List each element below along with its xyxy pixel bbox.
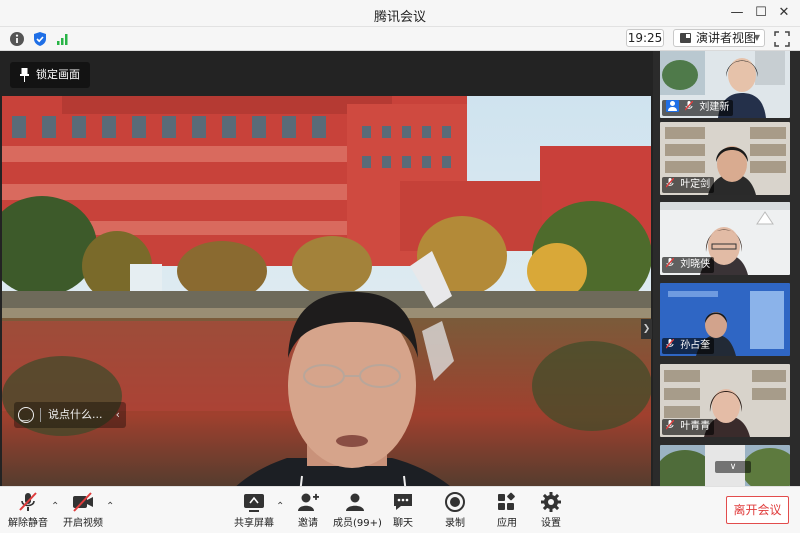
chat-icon [394,494,412,510]
record-button[interactable]: 录制 [440,491,470,529]
meeting-toolbar: 解除静音 ⌃ 开启视频 ⌃ 共享屏幕 ⌃ 邀请 成员(99+) 聊天 录制 应用… [0,486,800,533]
share-screen-label: 共享屏幕 [234,518,274,529]
title-bar: 腾讯会议 — ☐ ✕ [0,0,800,27]
settings-label: 设置 [541,518,561,529]
quick-chat-input[interactable]: 说点什么... ‹ [14,402,126,430]
view-label: 演讲者视图 [696,31,757,45]
pin-icon [20,68,29,82]
participant-name: 叶定剑 [680,179,711,190]
participant-name-tag: 刘建新 [662,100,734,116]
members-button[interactable]: 成员(99+) [333,491,382,529]
participant-tile[interactable]: 刘建新 [660,51,790,118]
mic-muted-icon [19,492,37,511]
leave-meeting-button[interactable]: 离开会议 [726,496,789,524]
members-icon [346,493,364,511]
invite-label: 邀请 [298,518,318,529]
participant-tile[interactable]: 叶定剑 [660,122,790,195]
participant-name: 孙占奎 [680,340,711,351]
share-screen-icon [244,494,264,512]
chevron-up-icon[interactable]: ⌃ [106,501,114,512]
minimize-icon[interactable]: — [728,4,746,22]
main-video-stage: 锁定画面 说点什么... ‹ ❯ [0,51,653,486]
window-title: 腾讯会议 [373,10,426,25]
mic-muted-icon [685,101,694,111]
signal-icon[interactable] [55,31,71,47]
start-video-button[interactable]: 开启视频 [63,491,103,529]
mic-muted-icon [666,339,674,349]
mic-muted-icon [666,178,674,188]
shield-icon[interactable] [32,31,48,47]
invite-button[interactable]: 邀请 [292,491,324,529]
participant-name: 刘建新 [699,102,730,113]
record-icon [445,492,465,512]
members-label: 成员(99+) [333,518,382,529]
apps-icon [498,492,515,510]
mic-muted-icon [666,258,674,268]
start-video-label: 开启视频 [63,518,103,529]
collapse-sidebar-button[interactable]: ❯ [641,319,652,339]
meeting-time: 19:25 [626,29,664,47]
chat-button[interactable]: 聊天 [388,491,418,529]
apps-label: 应用 [497,518,517,529]
chat-label: 聊天 [393,518,413,529]
settings-button[interactable]: 设置 [536,491,566,529]
scroll-down-button[interactable]: ∨ [715,461,751,473]
meeting-info-bar: 19:25 演讲者视图 ▼ [0,27,800,51]
participant-sidebar: 刘建新 叶定剑 刘晓侠 孙占奎 叶青青 ∨ [653,51,800,486]
lock-view-button[interactable]: 锁定画面 [10,62,90,88]
apps-button[interactable]: 应用 [492,491,522,529]
gear-icon [541,492,561,512]
view-layout-icon [680,33,691,43]
info-icon[interactable] [9,31,25,47]
participant-name-tag: 刘晓侠 [662,257,715,273]
participant-tile[interactable]: 孙占奎 [660,283,790,356]
host-icon [666,100,679,112]
participant-name-tag: 叶定剑 [662,177,715,193]
chevron-left-icon[interactable]: ‹ [116,402,120,428]
camera-off-icon [73,492,93,512]
lock-view-label: 锁定画面 [36,68,80,81]
record-label: 录制 [445,518,465,529]
participant-name-tag: 叶青青 [662,419,715,435]
chat-placeholder: 说点什么... [48,408,103,421]
participant-tile[interactable]: 叶青青 [660,364,790,437]
maximize-icon[interactable]: ☐ [752,4,770,22]
chevron-up-icon[interactable]: ⌃ [276,501,284,512]
emoji-icon[interactable] [18,404,34,430]
chevron-down-icon: ▼ [753,33,760,42]
share-screen-button[interactable]: 共享屏幕 [234,491,274,529]
unmute-label: 解除静音 [8,518,48,529]
view-switch-button[interactable]: 演讲者视图 ▼ [673,29,765,47]
participant-name: 叶青青 [680,421,711,432]
chevron-up-icon[interactable]: ⌃ [51,501,59,512]
unmute-button[interactable]: 解除静音 [8,491,48,529]
fullscreen-icon[interactable] [773,30,791,48]
invite-user-icon [298,493,319,511]
participant-tile[interactable]: 刘晓侠 [660,202,790,275]
divider [40,408,41,422]
participant-name: 刘晓侠 [680,259,711,270]
close-icon[interactable]: ✕ [775,4,793,22]
sidebar-scrollbar[interactable] [792,51,798,486]
participant-name-tag: 孙占奎 [662,338,715,354]
mic-muted-icon [666,420,674,430]
